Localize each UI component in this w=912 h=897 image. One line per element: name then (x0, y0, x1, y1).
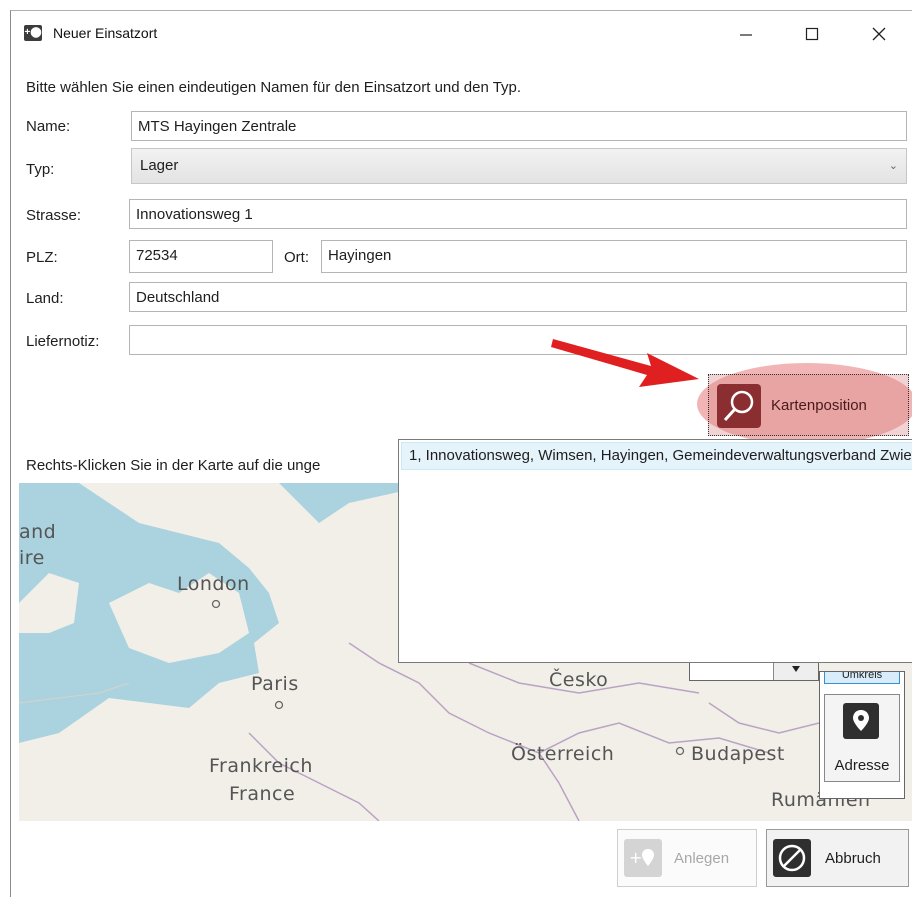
land-label: Land: (26, 290, 64, 307)
ort-label: Ort: (284, 249, 309, 266)
window-title: Neuer Einsatzort (53, 25, 158, 41)
red-arrow-annotation (551, 339, 699, 387)
typ-selected-value: Lager (140, 157, 179, 174)
map-label-budapest: Budapest (691, 743, 785, 765)
minimize-icon (740, 34, 752, 36)
name-label: Name: (26, 118, 71, 135)
strasse-label: Strasse: (26, 207, 82, 224)
map-label-paris: Paris (251, 673, 299, 695)
form-hint: Bitte wählen Sie einen eindeutigen Namen… (26, 79, 522, 96)
dialog-window: +⬤ Neuer Einsatzort Bitte wählen Sie ein… (10, 10, 912, 897)
chevron-down-icon: ⌄ (888, 160, 898, 172)
title-bar: +⬤ Neuer Einsatzort (11, 11, 912, 55)
map-pin-icon (843, 703, 879, 739)
strasse-input[interactable]: Innovationsweg 1 (129, 199, 907, 229)
plz-label: PLZ: (26, 249, 58, 266)
map-label-ire: ire (19, 547, 45, 569)
kartenposition-label: Kartenposition (771, 397, 867, 414)
adresse-label: Adresse (834, 757, 890, 774)
liefernotiz-label: Liefernotiz: (26, 333, 100, 350)
close-button[interactable] (856, 19, 902, 49)
typ-label: Typ: (26, 161, 55, 178)
adresse-button[interactable]: Adresse (824, 694, 900, 782)
typ-select[interactable]: Lager ⌄ (131, 148, 907, 184)
map-label-cesko: Česko (549, 669, 609, 691)
abbruch-label: Abbruch (825, 850, 881, 867)
anlegen-label: Anlegen (674, 850, 730, 867)
map-label-and: and (19, 521, 57, 543)
kartenposition-button[interactable]: Kartenposition (708, 374, 909, 436)
cancel-icon (773, 839, 811, 877)
close-icon (872, 27, 886, 41)
map-label-london: London (177, 573, 250, 595)
svg-text:+: + (629, 848, 642, 867)
liefernotiz-input[interactable] (129, 325, 907, 355)
maximize-button[interactable] (789, 19, 835, 49)
name-input[interactable]: MTS Hayingen Zentrale (131, 111, 907, 141)
umkreis-label: Umkreis (841, 672, 883, 681)
map-hint: Rechts-Klicken Sie in der Karte auf die … (26, 457, 321, 474)
map-side-panel: Umkreis Adresse (819, 671, 905, 799)
search-icon (717, 384, 761, 428)
address-suggestions-list: 1, Innovationsweg, Wimsen, Hayingen, Gem… (398, 439, 912, 663)
anlegen-button[interactable]: + Anlegen (617, 829, 757, 887)
land-input[interactable]: Deutschland (129, 282, 907, 312)
map-label-osterreich: Österreich (511, 743, 615, 765)
ort-input[interactable]: Hayingen (321, 240, 907, 273)
map-label-frankreich: Frankreich (209, 755, 313, 777)
minimize-button[interactable] (723, 19, 769, 49)
umkreis-button[interactable]: Umkreis (824, 672, 900, 684)
maximize-icon (805, 27, 819, 41)
list-item[interactable]: 1, Innovationsweg, Wimsen, Hayingen, Gem… (401, 442, 912, 470)
map-pin-plus-icon: +⬤ (24, 25, 42, 41)
abbruch-button[interactable]: Abbruch (766, 829, 909, 887)
map-pin-plus-icon: + (624, 839, 662, 877)
plz-input[interactable]: 72534 (129, 240, 273, 273)
map-label-france: France (229, 783, 296, 805)
